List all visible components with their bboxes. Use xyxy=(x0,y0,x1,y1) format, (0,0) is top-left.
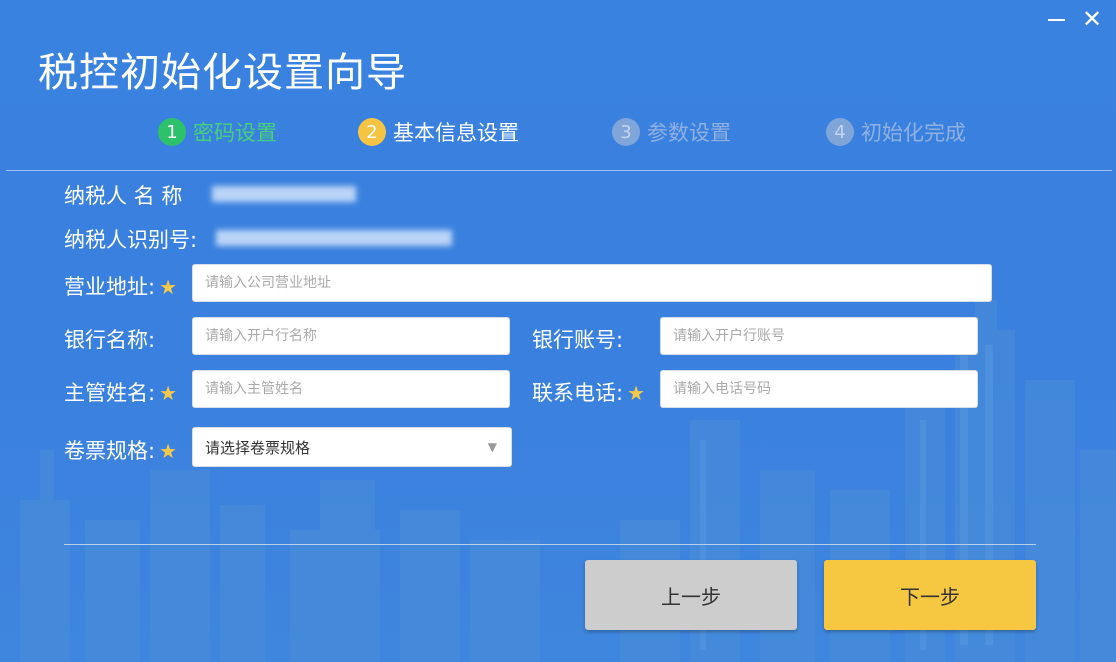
supervisor-name-input[interactable] xyxy=(192,370,510,408)
phone-input[interactable] xyxy=(660,370,978,408)
address-label: 营业地址: ★ xyxy=(64,271,177,301)
wizard-steps: 1 密码设置 2 基本信息设置 3 参数设置 4 初始化完成 xyxy=(0,117,1116,151)
step-basic-info: 2 基本信息设置 xyxy=(358,117,519,147)
taxpayer-name-label: 纳税人 名 称 xyxy=(64,184,183,208)
taxpayer-id-redacted xyxy=(216,230,452,246)
roll-spec-select[interactable]: 请选择卷票规格 ▼ xyxy=(192,427,512,467)
close-icon[interactable]: ✕ xyxy=(1082,6,1102,32)
phone-label-text: 联系电话: xyxy=(532,381,624,405)
step-number-badge: 2 xyxy=(358,118,386,146)
footer-divider xyxy=(64,544,1036,545)
supervisor-label: 主管姓名: ★ xyxy=(64,377,177,407)
required-star-icon: ★ xyxy=(159,381,178,405)
step-label: 参数设置 xyxy=(647,121,731,145)
previous-step-button[interactable]: 上一步 xyxy=(585,560,797,630)
window-title: 税控初始化设置向导 xyxy=(38,50,407,96)
required-star-icon: ★ xyxy=(159,275,178,299)
bank-name-label: 银行名称: xyxy=(64,328,156,352)
bank-account-input[interactable] xyxy=(660,317,978,355)
step-number-badge: 1 xyxy=(158,118,186,146)
required-star-icon: ★ xyxy=(627,381,646,405)
roll-spec-label: 卷票规格: ★ xyxy=(64,435,177,465)
chevron-down-icon: ▼ xyxy=(487,440,497,454)
step-number-badge: 4 xyxy=(826,118,854,146)
step-password-setup: 1 密码设置 xyxy=(158,117,277,147)
bank-name-input[interactable] xyxy=(192,317,510,355)
required-star-icon: ★ xyxy=(159,439,178,463)
step-init-complete: 4 初始化完成 xyxy=(826,117,966,147)
bank-account-label: 银行账号: xyxy=(532,328,624,352)
step-number-badge: 3 xyxy=(612,118,640,146)
taxpayer-id-label: 纳税人识别号: xyxy=(64,228,198,252)
taxpayer-name-redacted xyxy=(212,186,356,202)
wizard-window: ✕ 税控初始化设置向导 1 密码设置 2 基本信息设置 3 参数设置 4 初始化… xyxy=(0,0,1116,662)
roll-spec-selected-value: 请选择卷票规格 xyxy=(205,438,311,457)
step-label: 初始化完成 xyxy=(861,121,966,145)
minimize-icon[interactable] xyxy=(1046,6,1068,32)
phone-label: 联系电话: ★ xyxy=(532,377,645,407)
supervisor-label-text: 主管姓名: xyxy=(64,381,156,405)
roll-spec-label-text: 卷票规格: xyxy=(64,439,156,463)
step-label: 密码设置 xyxy=(193,121,277,145)
address-label-text: 营业地址: xyxy=(64,275,156,299)
step-label: 基本信息设置 xyxy=(393,121,519,145)
address-input[interactable] xyxy=(192,264,992,302)
header-divider xyxy=(6,170,1112,171)
next-step-button[interactable]: 下一步 xyxy=(824,560,1036,630)
step-parameter-setup: 3 参数设置 xyxy=(612,117,731,147)
